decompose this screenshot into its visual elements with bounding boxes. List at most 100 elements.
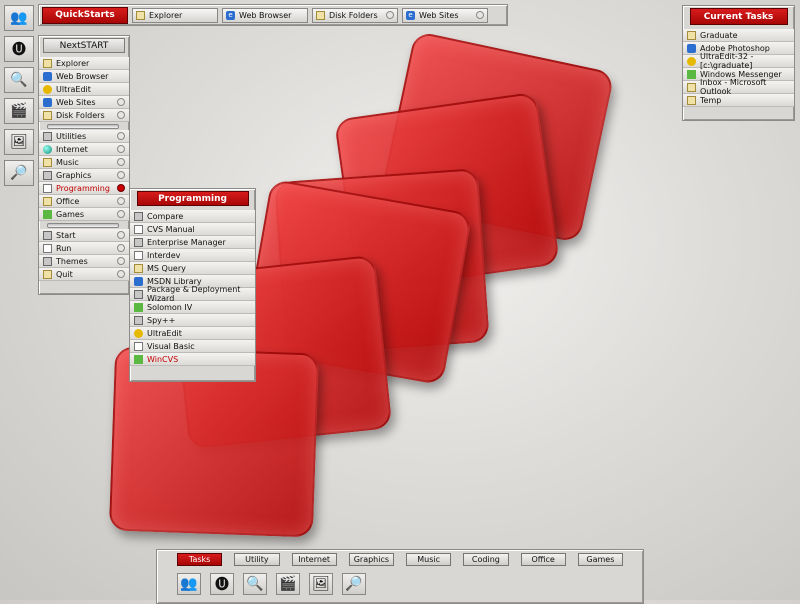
radio-icon bbox=[476, 11, 484, 19]
nextstart-item-programming[interactable]: Programming bbox=[39, 182, 129, 195]
menu-item-label: Office bbox=[56, 196, 80, 206]
submenu-indicator-icon bbox=[117, 145, 125, 153]
menu-item-label: UltraEdit bbox=[147, 328, 182, 338]
programming-item-cvs-manual[interactable]: CVS Manual bbox=[130, 223, 255, 236]
nextstart-item-disk-folders[interactable]: Disk Folders bbox=[39, 109, 129, 122]
nextstart-item-themes[interactable]: Themes bbox=[39, 255, 129, 268]
programming-item-interdev[interactable]: Interdev bbox=[130, 249, 255, 262]
menu-item-label: WinCVS bbox=[147, 354, 179, 364]
programming-item-ultraedit[interactable]: UltraEdit bbox=[130, 327, 255, 340]
ultraedit-icon[interactable]: 🅤 bbox=[210, 573, 234, 595]
menu-item-icon bbox=[43, 243, 52, 253]
nextstart-item-office[interactable]: Office bbox=[39, 195, 129, 208]
search-folder-icon[interactable]: 🔎 bbox=[4, 160, 34, 186]
tab-office[interactable]: Office bbox=[520, 553, 566, 566]
programming-item-visual-basic[interactable]: Visual Basic bbox=[130, 340, 255, 353]
task-label: Graduate bbox=[700, 30, 738, 40]
task-list: Graduate Adobe Photoshop UltraEdit-32 - [c… bbox=[683, 29, 794, 107]
tab-graphics[interactable]: Graphics bbox=[348, 553, 394, 566]
menu-item-label: Themes bbox=[56, 256, 88, 266]
ultraedit-icon[interactable]: 🅤 bbox=[4, 36, 34, 62]
task-icon bbox=[687, 43, 696, 53]
programming-item-spy-[interactable]: Spy++ bbox=[130, 314, 255, 327]
tab-tasks[interactable]: Tasks bbox=[177, 553, 223, 566]
bottom-icon-row: 👥 🅤 🔍 🎬 🖼 🔎 bbox=[157, 569, 643, 599]
tab-games[interactable]: Games bbox=[577, 553, 623, 566]
menu-item-label: Internet bbox=[56, 144, 88, 154]
menu-item-icon bbox=[43, 183, 52, 193]
nextstart-item-start[interactable]: Start bbox=[39, 229, 129, 242]
menu-item-label: Spy++ bbox=[147, 315, 176, 325]
quickstart-web-sites[interactable]: e Web Sites bbox=[402, 7, 488, 23]
program-icon bbox=[134, 302, 143, 312]
menu-item-label: MS Query bbox=[147, 263, 186, 273]
programming-item-enterprise-manager[interactable]: Enterprise Manager bbox=[130, 236, 255, 249]
programming-item-compare[interactable]: Compare bbox=[130, 210, 255, 223]
nextstart-item-explorer[interactable]: Explorer bbox=[39, 57, 129, 70]
quickstart-web-browser[interactable]: e Web Browser bbox=[222, 7, 308, 23]
media-player-icon[interactable]: 🎬 bbox=[4, 98, 34, 124]
menu-item-label: Solomon IV bbox=[147, 302, 193, 312]
nextstart-item-utilities[interactable]: Utilities bbox=[39, 130, 129, 143]
submenu-indicator-icon bbox=[117, 257, 125, 265]
nextstart-item-run[interactable]: Run bbox=[39, 242, 129, 255]
image-viewer-icon[interactable]: 🖼 bbox=[4, 129, 34, 155]
nextstart-list: Explorer Web Browser UltraEdit Web Sites Dis… bbox=[39, 57, 129, 281]
task-icon bbox=[687, 30, 696, 40]
task-icon bbox=[687, 56, 696, 66]
menu-item-icon bbox=[43, 230, 52, 240]
quickstart-disk-folders[interactable]: Disk Folders bbox=[312, 7, 398, 23]
menu-item-icon bbox=[43, 84, 52, 94]
tab-coding[interactable]: Coding bbox=[463, 553, 509, 566]
nextstart-title[interactable]: NextSTART bbox=[43, 38, 125, 53]
program-icon bbox=[134, 263, 143, 273]
messenger-icon[interactable]: 👥 bbox=[177, 573, 201, 595]
programming-item-wincvs[interactable]: WinCVS bbox=[130, 353, 255, 366]
tab-internet[interactable]: Internet bbox=[291, 553, 337, 566]
submenu-indicator-icon bbox=[117, 210, 125, 218]
menu-item-icon bbox=[43, 196, 52, 206]
program-icon bbox=[134, 276, 143, 286]
menu-item-label: Music bbox=[56, 157, 79, 167]
current-tasks-title[interactable]: Current Tasks bbox=[689, 8, 788, 25]
task-item[interactable]: UltraEdit-32 - [c:\graduate] bbox=[683, 52, 794, 70]
nextstart-item-internet[interactable]: Internet bbox=[39, 143, 129, 156]
web-sites-icon: e bbox=[406, 10, 415, 20]
submenu-indicator-icon bbox=[117, 184, 125, 192]
nextstart-item-music[interactable]: Music bbox=[39, 156, 129, 169]
image-viewer-icon[interactable]: 🖼 bbox=[309, 573, 333, 595]
search-folder-icon[interactable]: 🔎 bbox=[342, 573, 366, 595]
nextstart-item-quit[interactable]: Quit bbox=[39, 268, 129, 281]
submenu-indicator-icon bbox=[117, 270, 125, 278]
messenger-icon[interactable]: 👥 bbox=[4, 5, 34, 31]
programming-item-package-deployment-wizard[interactable]: Package & Deployment Wizard bbox=[130, 285, 255, 303]
menu-item-label: UltraEdit bbox=[56, 84, 91, 94]
task-label: UltraEdit-32 - [c:\graduate] bbox=[700, 52, 754, 70]
menu-item-icon bbox=[43, 170, 52, 180]
menu-item-label: Interdev bbox=[147, 250, 181, 260]
media-player-icon[interactable]: 🎬 bbox=[276, 573, 300, 595]
nextstart-item-ultraedit[interactable]: UltraEdit bbox=[39, 83, 129, 96]
programming-list: Compare CVS Manual Enterprise Manager Inter… bbox=[130, 210, 255, 366]
web-browser-icon: e bbox=[226, 10, 235, 20]
nextstart-item-graphics[interactable]: Graphics bbox=[39, 169, 129, 182]
explorer-icon bbox=[136, 10, 145, 20]
tab-utility[interactable]: Utility bbox=[234, 553, 280, 566]
nextstart-item-web-sites[interactable]: Web Sites bbox=[39, 96, 129, 109]
menu-item-label: Graphics bbox=[56, 170, 92, 180]
folder-search-icon[interactable]: 🔍 bbox=[243, 573, 267, 595]
quickstarts-bar: QuickStarts Explorer e Web Browser Disk F… bbox=[38, 4, 508, 26]
folder-search-icon[interactable]: 🔍 bbox=[4, 67, 34, 93]
tab-music[interactable]: Music bbox=[406, 553, 452, 566]
task-icon bbox=[687, 82, 696, 92]
program-icon bbox=[134, 250, 143, 260]
nextstart-item-games[interactable]: Games bbox=[39, 208, 129, 221]
task-item[interactable]: Graduate bbox=[683, 29, 794, 42]
quickstart-explorer[interactable]: Explorer bbox=[132, 7, 218, 23]
quickstarts-button[interactable]: QuickStarts bbox=[42, 6, 128, 24]
nextstart-item-web-browser[interactable]: Web Browser bbox=[39, 70, 129, 83]
task-item[interactable]: Inbox - Microsoft Outlook bbox=[683, 78, 794, 96]
menu-item-icon bbox=[43, 97, 52, 107]
programming-item-ms-query[interactable]: MS Query bbox=[130, 262, 255, 275]
programming-title[interactable]: Programming bbox=[136, 191, 249, 206]
